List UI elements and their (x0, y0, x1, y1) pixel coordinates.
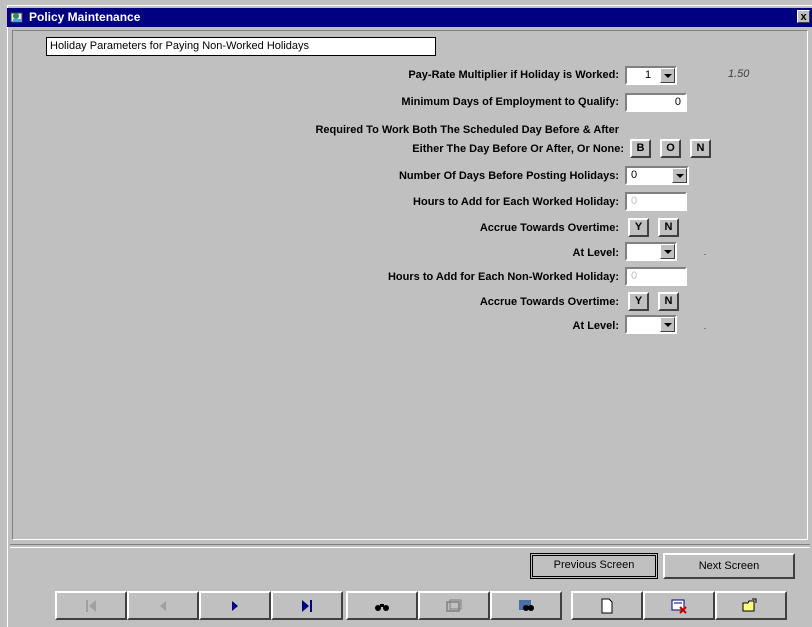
required-work-label-line1: Required To Work Both The Scheduled Day … (315, 124, 619, 136)
next-record-button[interactable] (199, 591, 271, 620)
search-records-icon (519, 600, 534, 611)
accrue-overtime-yes-button-2[interactable]: Y (628, 292, 649, 311)
days-before-label: Number Of Days Before Posting Holidays: (398, 170, 619, 182)
days-before-select[interactable]: 0 (625, 166, 689, 185)
delete-record-button[interactable] (643, 591, 715, 620)
previous-record-button[interactable] (127, 591, 199, 620)
min-days-label: Minimum Days of Employment to Qualify: (401, 96, 619, 108)
divider (10, 544, 810, 548)
required-work-before-button[interactable]: B (630, 139, 651, 158)
find-button[interactable] (346, 591, 418, 620)
required-work-or-button[interactable]: O (660, 139, 681, 158)
accrue-overtime-no-button-1[interactable]: N (658, 218, 679, 237)
at-level-select-2[interactable] (625, 315, 677, 334)
hours-worked-field[interactable]: 0 (625, 192, 687, 211)
previous-record-icon (160, 601, 166, 611)
hours-worked-label: Hours to Add for Each Worked Holiday: (413, 196, 619, 208)
separator-dot (704, 254, 706, 255)
previous-screen-button[interactable]: Previous Screen (530, 553, 658, 579)
hours-nonworked-label: Hours to Add for Each Non-Worked Holiday… (387, 271, 619, 283)
chevron-down-icon[interactable] (672, 168, 687, 183)
at-level-label-2: At Level: (572, 320, 619, 332)
last-record-button[interactable] (271, 591, 343, 620)
search-records-button[interactable] (490, 591, 562, 620)
accrue-overtime-label-2: Accrue Towards Overtime: (479, 296, 619, 308)
pay-rate-value: 1 (645, 69, 652, 81)
accrue-overtime-yes-button-1[interactable]: Y (628, 218, 649, 237)
separator-dot (704, 328, 706, 329)
hours-nonworked-field[interactable]: 0 (625, 267, 687, 286)
new-record-button[interactable] (571, 591, 643, 620)
pay-rate-display: 1.50 (728, 68, 750, 80)
window-title: Policy Maintenance (29, 10, 141, 24)
app-icon (10, 12, 23, 23)
pay-rate-label: Pay-Rate Multiplier if Holiday is Worked… (408, 69, 619, 81)
open-folder-button[interactable] (715, 591, 787, 620)
days-before-value: 0 (631, 169, 638, 181)
first-record-button[interactable] (55, 591, 127, 620)
close-button[interactable]: x (797, 10, 810, 23)
chevron-down-icon[interactable] (660, 68, 675, 83)
title-bar: Policy Maintenance x (7, 8, 812, 27)
last-record-icon (302, 600, 312, 612)
at-level-label-1: At Level: (572, 247, 619, 259)
required-work-none-button[interactable]: N (690, 139, 711, 158)
group-title: Holiday Parameters for Paying Non-Worked… (46, 37, 436, 56)
view-icon (446, 599, 462, 612)
delete-record-icon (671, 599, 687, 614)
first-record-icon (86, 600, 96, 612)
required-work-label-line2: Either The Day Before Or After, Or None: (412, 143, 624, 155)
binoculars-icon (375, 604, 389, 611)
chevron-down-icon[interactable] (660, 317, 675, 332)
view-button[interactable] (418, 591, 490, 620)
accrue-overtime-label-1: Accrue Towards Overtime: (479, 222, 619, 234)
at-level-select-1[interactable] (625, 242, 677, 261)
pay-rate-select[interactable]: 1 (625, 66, 677, 85)
accrue-overtime-no-button-2[interactable]: N (658, 292, 679, 311)
chevron-down-icon[interactable] (660, 244, 675, 259)
new-document-icon (601, 598, 613, 614)
next-screen-button[interactable]: Next Screen (663, 553, 795, 579)
min-days-field[interactable]: 0 (625, 93, 687, 112)
next-record-icon (232, 601, 238, 611)
open-folder-icon (742, 598, 757, 612)
